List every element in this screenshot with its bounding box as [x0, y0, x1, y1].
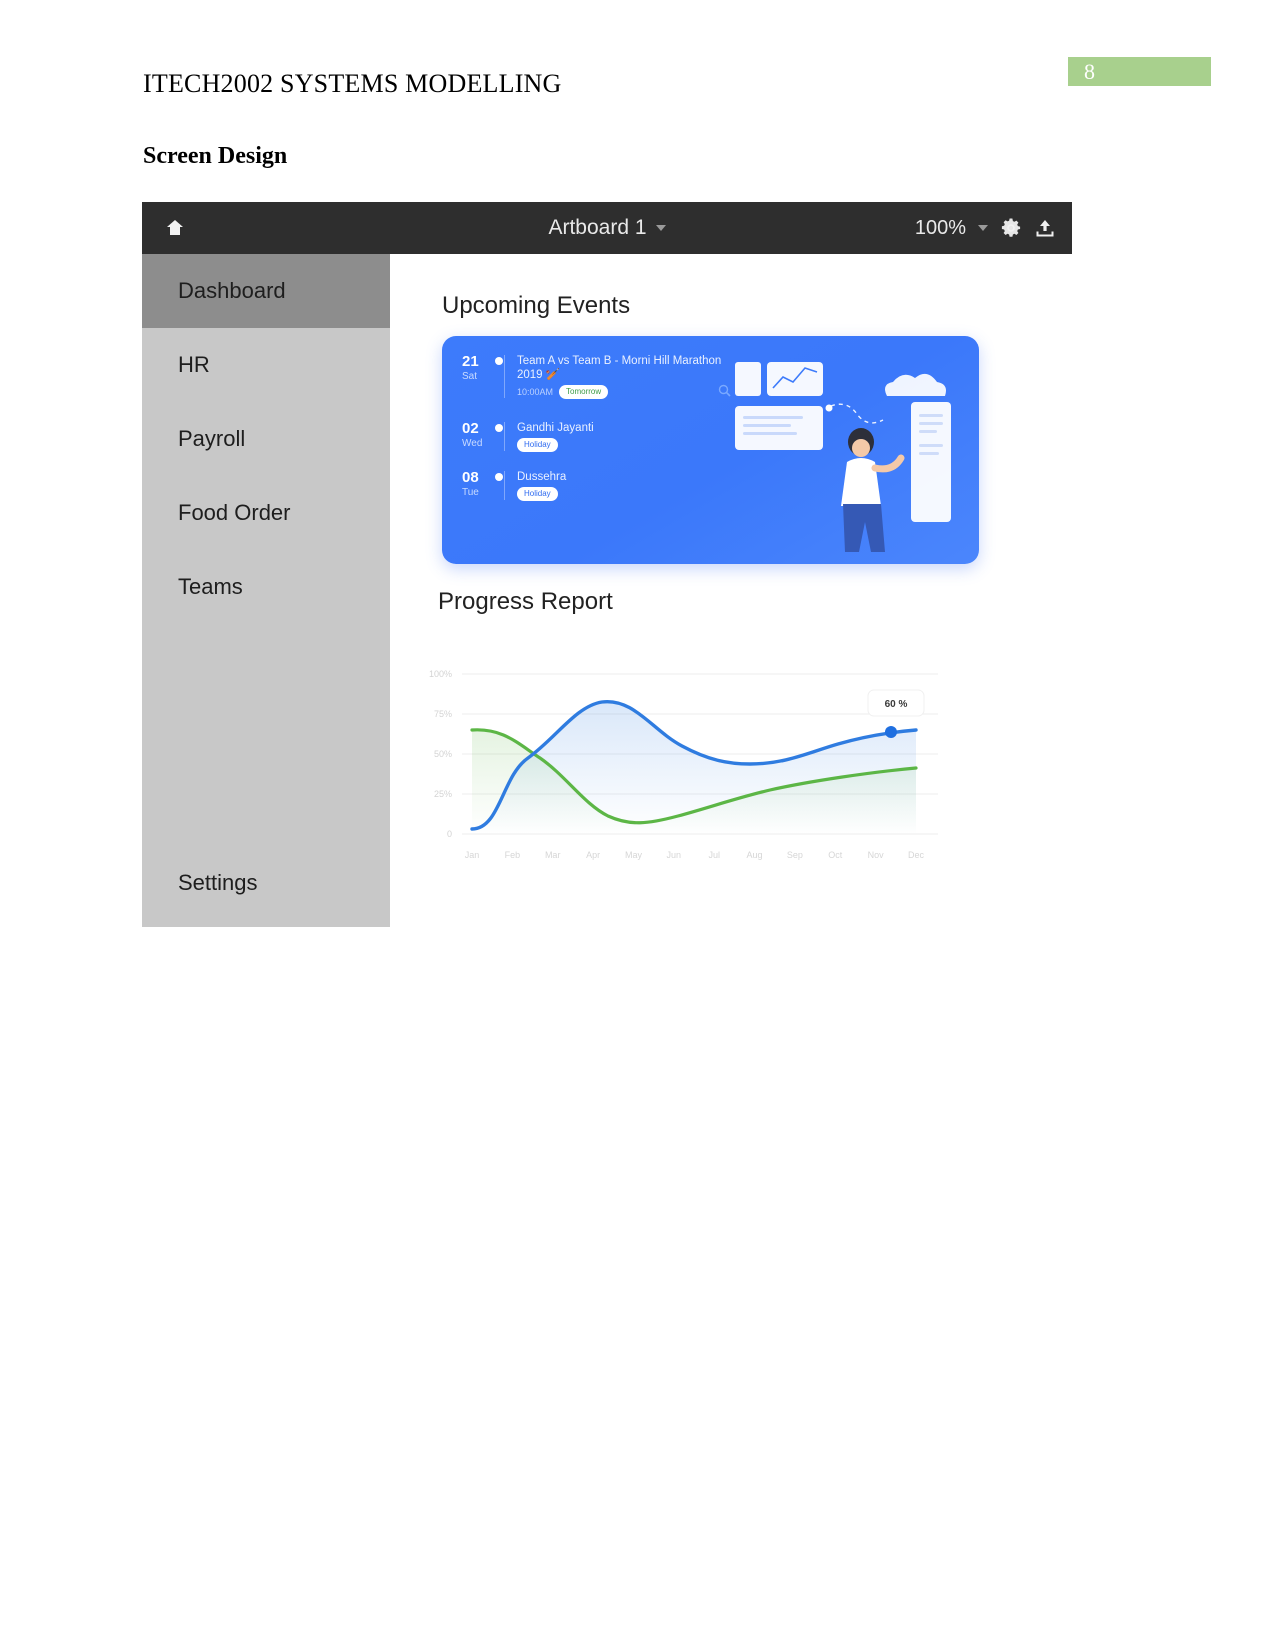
- chart-x-tick-label: Dec: [908, 850, 925, 860]
- event-day-name: Sat: [462, 371, 478, 382]
- document-header-title: ITECH2002 SYSTEMS MODELLING: [143, 69, 562, 98]
- page-number-badge: 8: [1068, 57, 1211, 86]
- sidebar-item-teams[interactable]: Teams: [142, 550, 390, 624]
- chart-x-tick-label: Mar: [545, 850, 561, 860]
- status-badge: Tomorrow: [559, 385, 609, 399]
- chart-data-point: [885, 726, 897, 738]
- section-heading: Screen Design: [143, 143, 288, 169]
- sidebar-item-label: HR: [178, 352, 210, 377]
- event-title: Gandhi Jayanti: [517, 422, 594, 434]
- svg-text:75%: 75%: [434, 709, 452, 719]
- sidebar-item-label: Settings: [178, 870, 258, 895]
- toolbar-right-group: 100%: [915, 202, 1056, 254]
- app-sidebar: Dashboard HR Payroll Food Order Teams Se…: [142, 254, 390, 927]
- bullet-icon: [495, 357, 503, 365]
- progress-report-title: Progress Report: [438, 588, 613, 615]
- artboard-name: Artboard 1: [548, 216, 647, 239]
- sidebar-item-label: Payroll: [178, 426, 246, 451]
- sidebar-item-settings[interactable]: Settings: [142, 863, 390, 903]
- sidebar-item-food-order[interactable]: Food Order: [142, 476, 390, 550]
- svg-text:25%: 25%: [434, 789, 452, 799]
- svg-text:60 %: 60 %: [885, 699, 908, 710]
- event-meta: 10:00AM Tomorrow: [517, 385, 742, 399]
- sidebar-item-dashboard[interactable]: Dashboard: [142, 254, 390, 328]
- sidebar-item-label: Teams: [178, 574, 243, 599]
- screen-design-mockup: Artboard 1 100% Dashboard HR Payroll Foo…: [142, 202, 1072, 927]
- chart-x-tick-label: Sep: [787, 850, 803, 860]
- chart-x-tick-label: May: [625, 850, 643, 860]
- event-body: Dussehra Holiday: [517, 470, 742, 501]
- bullet-icon: [495, 473, 503, 481]
- list-item[interactable]: 08 Tue Dussehra Holiday: [462, 470, 742, 501]
- event-title: Team A vs Team B - Morni Hill Marathon 2…: [517, 355, 722, 381]
- chart-x-tick-label: Jun: [667, 850, 682, 860]
- list-item[interactable]: 02 Wed Gandhi Jayanti Holiday: [462, 421, 742, 452]
- upcoming-events-card[interactable]: 21 Sat Team A vs Team B - Morni Hill Mar…: [442, 336, 979, 564]
- svg-text:100%: 100%: [429, 669, 452, 679]
- chart-x-tick-label: Aug: [746, 850, 762, 860]
- bullet-icon: [495, 424, 503, 432]
- upload-icon[interactable]: [1034, 217, 1056, 239]
- chevron-down-icon[interactable]: [978, 225, 988, 231]
- app-main-content: Upcoming Events 21 Sat Team A vs Team B …: [390, 254, 1072, 927]
- event-day-name: Tue: [462, 487, 479, 498]
- chevron-down-icon[interactable]: [655, 225, 666, 231]
- event-body: Gandhi Jayanti Holiday: [517, 421, 742, 452]
- chart-x-tick-label: Jul: [708, 850, 720, 860]
- chart-tooltip: 60 %: [867, 689, 925, 717]
- svg-text:0: 0: [447, 829, 452, 839]
- event-meta: Holiday: [517, 438, 742, 452]
- chart-x-tick-label: Oct: [828, 850, 843, 860]
- svg-text:50%: 50%: [434, 749, 452, 759]
- chart-x-tick-label: Apr: [586, 850, 600, 860]
- progress-report-chart: 100% 75% 50% 25% 0 60 % Jan Feb Mar Apr …: [390, 646, 950, 906]
- divider: [495, 355, 505, 398]
- sidebar-item-hr[interactable]: HR: [142, 328, 390, 402]
- divider: [495, 471, 505, 500]
- event-title: Dussehra: [517, 471, 567, 483]
- progress-chart-svg: 100% 75% 50% 25% 0 60 % Jan Feb Mar Apr …: [429, 669, 938, 860]
- chart-x-tick-label: Feb: [505, 850, 521, 860]
- list-item[interactable]: 21 Sat Team A vs Team B - Morni Hill Mar…: [462, 354, 742, 399]
- event-body: Team A vs Team B - Morni Hill Marathon 2…: [517, 354, 742, 399]
- sidebar-item-label: Food Order: [178, 500, 291, 525]
- chart-x-tick-label: Nov: [868, 850, 885, 860]
- page-number-label: 8: [1084, 58, 1095, 84]
- status-badge: Holiday: [517, 438, 558, 452]
- chart-x-tick-label: Jan: [465, 850, 480, 860]
- event-time: 10:00AM: [517, 387, 554, 397]
- zoom-level-label: 100%: [914, 216, 966, 239]
- event-meta: Holiday: [517, 487, 742, 501]
- app-toolbar: Artboard 1 100%: [142, 202, 1072, 254]
- sidebar-item-label: Dashboard: [178, 278, 286, 303]
- divider: [495, 422, 505, 451]
- upcoming-events-title: Upcoming Events: [442, 292, 631, 319]
- sidebar-item-payroll[interactable]: Payroll: [142, 402, 390, 476]
- event-day-name: Wed: [462, 438, 483, 449]
- status-badge: Holiday: [517, 487, 558, 501]
- events-illustration: [735, 362, 951, 552]
- document-header: ITECH2002 SYSTEMS MODELLING 8: [0, 0, 1275, 120]
- gear-icon[interactable]: [1000, 217, 1022, 239]
- events-list: 21 Sat Team A vs Team B - Morni Hill Mar…: [462, 354, 742, 517]
